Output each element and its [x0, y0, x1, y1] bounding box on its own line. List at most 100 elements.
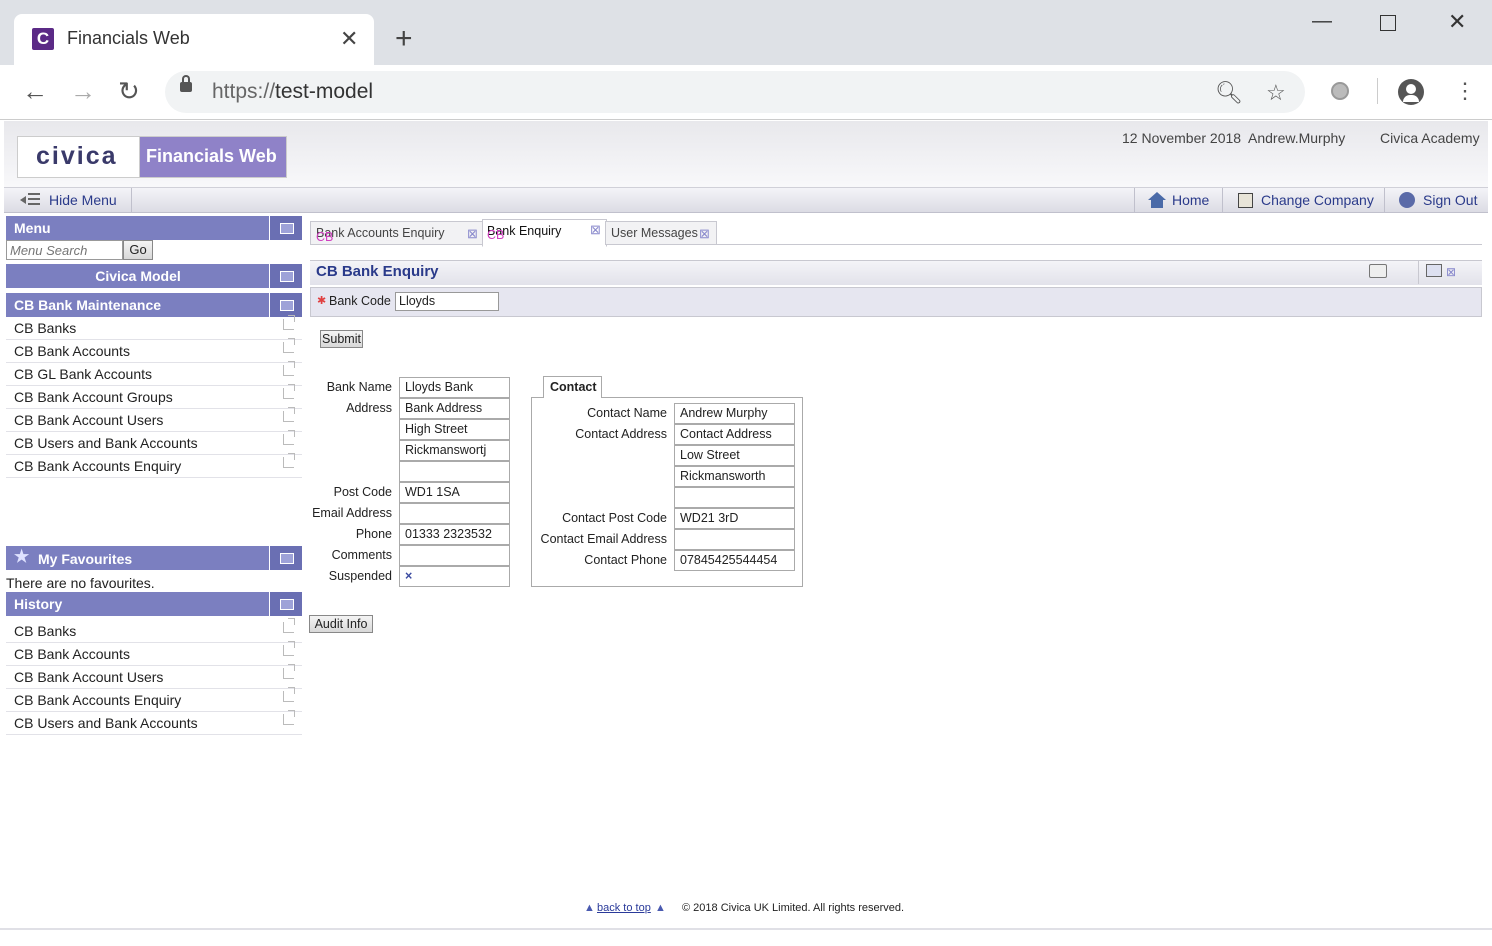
history-item[interactable]: CB Bank Accounts: [6, 641, 302, 666]
window-restore-icon[interactable]: [1426, 264, 1442, 277]
menu-item[interactable]: CB Banks: [6, 315, 302, 340]
print-icon[interactable]: [1369, 264, 1387, 278]
close-tab-icon[interactable]: ⊠: [699, 226, 710, 242]
home-icon[interactable]: [1148, 192, 1166, 200]
history-item-label: CB Users and Bank Accounts: [14, 715, 198, 731]
close-tab-icon[interactable]: ⊠: [590, 222, 601, 238]
phone-label: Phone: [355, 527, 392, 541]
change-company-link[interactable]: Change Company: [1261, 192, 1374, 208]
open-external-icon[interactable]: [283, 710, 295, 725]
bank-name-value: Lloyds Bank: [399, 377, 510, 398]
menu-item-label: CB GL Bank Accounts: [14, 366, 152, 382]
menu-panel-header: Menu: [6, 216, 302, 240]
reload-icon[interactable]: ↻: [118, 76, 140, 107]
open-external-icon[interactable]: [283, 453, 295, 468]
menu-item[interactable]: CB Users and Bank Accounts: [6, 430, 302, 455]
menu-search-go-button[interactable]: Go: [123, 240, 153, 260]
open-external-icon[interactable]: [283, 687, 295, 702]
back-icon[interactable]: ←: [22, 76, 48, 107]
toolbar-divider: [1377, 78, 1378, 104]
tab-user-messages[interactable]: User Messages ⊠: [605, 221, 717, 245]
kebab-menu-icon[interactable]: ⋮: [1454, 78, 1476, 104]
hide-menu-button[interactable]: Hide Menu: [49, 192, 117, 208]
email-label: Email Address: [312, 506, 392, 520]
form-close-icon[interactable]: ⊠: [1446, 265, 1456, 279]
section-up-icon[interactable]: [269, 293, 302, 317]
menu-item[interactable]: CB GL Bank Accounts: [6, 361, 302, 386]
open-external-icon[interactable]: [283, 384, 295, 399]
open-external-icon[interactable]: [283, 641, 295, 656]
hide-menu-icon[interactable]: [20, 193, 42, 207]
history-item[interactable]: CB Bank Accounts Enquiry: [6, 687, 302, 712]
change-company-icon[interactable]: [1238, 193, 1253, 208]
history-item[interactable]: CB Banks: [6, 618, 302, 643]
lock-icon[interactable]: [180, 75, 192, 92]
menu-item[interactable]: CB Bank Accounts: [6, 338, 302, 363]
address-line-2: High Street: [399, 419, 510, 440]
sign-out-icon[interactable]: [1399, 192, 1415, 208]
email-value: [399, 503, 510, 524]
address-line-4: [399, 461, 510, 482]
open-external-icon[interactable]: [283, 618, 295, 633]
post-code-value: WD1 1SA: [399, 482, 510, 503]
menu-item[interactable]: CB Bank Account Groups: [6, 384, 302, 409]
audit-info-button[interactable]: Audit Info: [309, 615, 373, 633]
zoom-icon[interactable]: 🔍︎: [1215, 80, 1243, 106]
history-item[interactable]: CB Bank Account Users: [6, 664, 302, 689]
new-tab-icon[interactable]: +: [395, 22, 413, 56]
menu-item[interactable]: CB Bank Account Users: [6, 407, 302, 432]
open-external-icon[interactable]: [283, 315, 295, 330]
address-line-3: Rickmanswortj: [399, 440, 510, 461]
org-panel-toggle-icon[interactable]: [269, 264, 302, 288]
history-item[interactable]: CB Users and Bank Accounts: [6, 710, 302, 735]
contact-phone-label: Contact Phone: [584, 553, 667, 567]
home-icon-base: [1151, 200, 1163, 208]
favourites-toggle-icon[interactable]: [269, 546, 302, 570]
window-close-icon[interactable]: ✕: [1448, 9, 1466, 35]
open-external-icon[interactable]: [283, 338, 295, 353]
home-link[interactable]: Home: [1172, 192, 1209, 208]
history-item-label: CB Bank Accounts: [14, 646, 130, 662]
open-external-icon[interactable]: [283, 407, 295, 422]
extension-icon[interactable]: [1331, 82, 1349, 100]
maximize-icon[interactable]: [1380, 15, 1396, 31]
bank-code-input[interactable]: Lloyds: [395, 292, 499, 311]
submit-button[interactable]: Submit: [320, 330, 363, 348]
open-external-icon[interactable]: [283, 361, 295, 376]
title-bar-divider: [1418, 260, 1419, 284]
favourites-panel-header: ★ My Favourites: [6, 546, 302, 570]
profile-icon[interactable]: [1398, 79, 1424, 105]
open-external-icon[interactable]: [283, 664, 295, 679]
url-text[interactable]: https://test-model: [212, 80, 373, 104]
menu-panel-title: Menu: [14, 220, 51, 236]
contact-tab[interactable]: Contact: [543, 376, 602, 398]
section-panel-header: CB Bank Maintenance: [6, 293, 302, 317]
close-tab-icon[interactable]: ⊠: [467, 226, 478, 242]
contact-phone-value: 07845425544454: [674, 550, 795, 571]
comments-label: Comments: [331, 548, 392, 562]
menu-item-label: CB Users and Bank Accounts: [14, 435, 198, 451]
open-external-icon[interactable]: [283, 430, 295, 445]
suspended-checkbox[interactable]: ×: [399, 566, 510, 587]
comments-value: [399, 545, 510, 566]
menu-item-label: CB Bank Account Users: [14, 412, 164, 428]
footer-divider: [0, 928, 1492, 930]
minimize-icon[interactable]: —: [1312, 10, 1332, 33]
back-to-top-link[interactable]: back to top: [597, 902, 651, 914]
product-logo-text: Financials Web: [146, 146, 277, 166]
bank-code-label: Bank Code: [329, 294, 391, 308]
up-arrow-icon: ▲: [584, 902, 595, 914]
menu-search-input[interactable]: [6, 240, 123, 260]
favourites-empty-text: There are no favourites.: [6, 575, 155, 591]
menu-item-label: CB Banks: [14, 320, 77, 336]
close-tab-icon[interactable]: ✕: [340, 26, 358, 52]
history-toggle-icon[interactable]: [269, 592, 302, 616]
forward-icon[interactable]: →: [70, 76, 96, 107]
bookmark-star-icon[interactable]: ☆: [1266, 80, 1286, 106]
copyright-text: © 2018 Civica UK Limited. All rights res…: [682, 902, 905, 914]
menu-panel-toggle-icon[interactable]: [269, 216, 302, 240]
tab-bank-accounts-enquiry[interactable]: CB Bank Accounts Enquiry ⊠: [310, 221, 484, 245]
menu-item[interactable]: CB Bank Accounts Enquiry: [6, 453, 302, 478]
tab-bank-enquiry[interactable]: CB Bank Enquiry ⊠: [482, 219, 607, 247]
sign-out-link[interactable]: Sign Out: [1423, 192, 1477, 208]
